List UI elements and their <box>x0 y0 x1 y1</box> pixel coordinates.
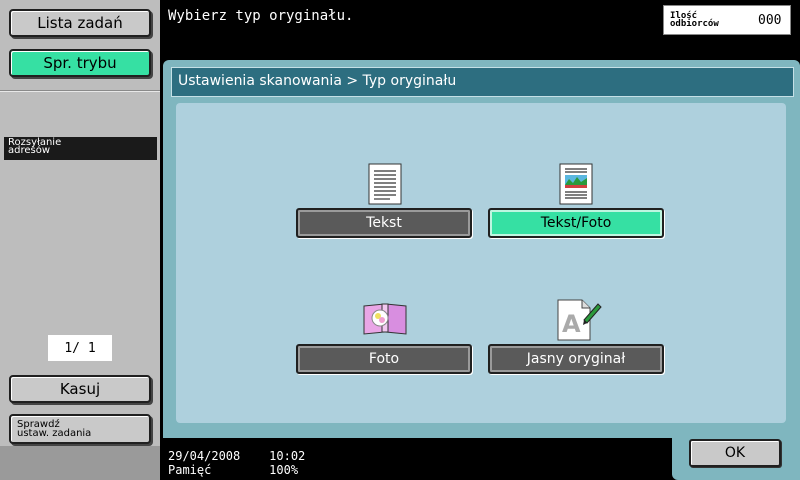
job-list-button[interactable]: Lista zadań <box>9 9 151 37</box>
text-document-icon <box>368 163 402 205</box>
options-area <box>176 103 786 423</box>
memory-value: 100% <box>269 463 299 477</box>
photo-option-button[interactable]: Foto <box>296 344 472 374</box>
address-distribution-label: Rozsyłanie adresów <box>4 137 157 160</box>
page-counter: 1/ 1 <box>48 335 112 361</box>
recipients-label: Ilość odbiorców <box>670 11 719 29</box>
text-option-button[interactable]: Tekst <box>296 208 472 238</box>
instruction-message: Wybierz typ oryginału. <box>168 8 354 24</box>
photo-album-icon <box>363 303 407 335</box>
text-photo-option-button[interactable]: Tekst/Foto <box>488 208 664 238</box>
time-text: 10:02 <box>269 449 306 463</box>
check-job-settings-button[interactable]: Sprawdź ustaw. zadania <box>9 414 151 444</box>
sidebar: Lista zadań Spr. trybu Rozsyłanie adresó… <box>0 0 160 480</box>
divider <box>0 90 160 92</box>
ok-button[interactable]: OK <box>689 439 781 467</box>
light-original-icon: A <box>557 299 602 341</box>
status-bar: 29/04/2008 10:02 Pamięć 100% <box>168 449 305 477</box>
svg-text:A: A <box>562 310 581 338</box>
sidebar-footer <box>0 446 160 480</box>
text-photo-document-icon <box>559 163 593 205</box>
breadcrumb: Ustawienia skanowania > Typ oryginału <box>171 67 794 97</box>
memory-label: Pamięć <box>168 463 212 477</box>
mode-check-button[interactable]: Spr. trybu <box>9 49 151 77</box>
delete-button[interactable]: Kasuj <box>9 375 151 403</box>
recipients-counter: Ilość odbiorców 000 <box>663 5 791 35</box>
light-original-option-button[interactable]: Jasny oryginał <box>488 344 664 374</box>
date-text: 29/04/2008 <box>168 449 241 463</box>
recipients-count: 000 <box>758 12 782 28</box>
